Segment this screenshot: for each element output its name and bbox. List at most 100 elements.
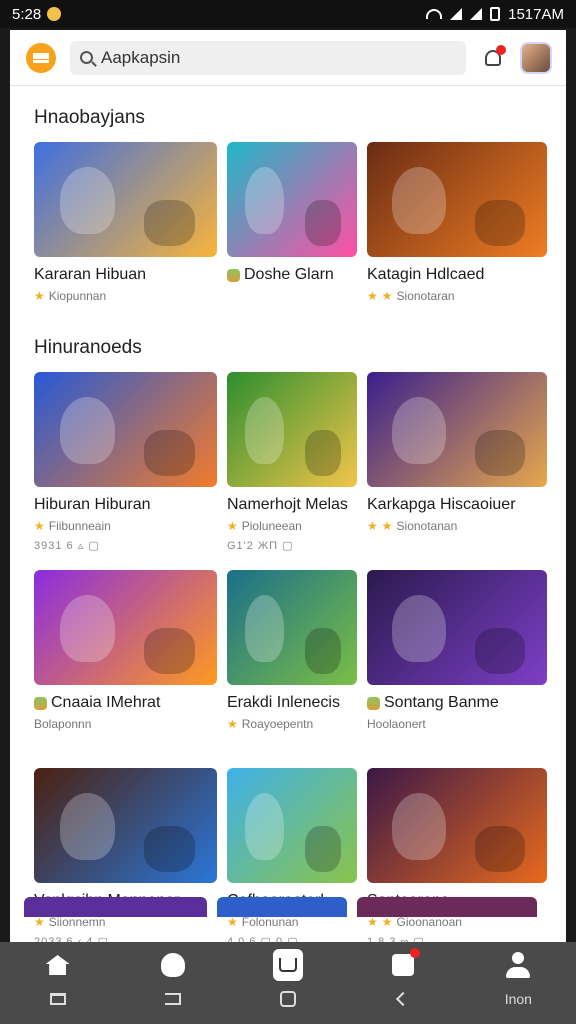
home-system-button[interactable] <box>268 986 308 1012</box>
wifi-icon <box>426 9 443 19</box>
search-input[interactable] <box>101 47 456 68</box>
game-thumbnail[interactable] <box>367 142 547 257</box>
game-subtitle: ★ Pioluneean <box>227 519 357 533</box>
game-subtitle-text: Pioluneean <box>241 519 302 533</box>
game-title: Doshe Glarn <box>227 265 357 285</box>
game-subtitle: ★ ★ Sionotanan <box>367 519 547 533</box>
game-thumbnail[interactable] <box>227 372 357 487</box>
recent-apps-button[interactable] <box>38 986 78 1012</box>
game-title-text: Hiburan Hiburan <box>34 496 151 513</box>
game-thumbnail[interactable] <box>367 372 547 487</box>
game-subtitle: ★ ★ Gioonanoan <box>367 915 547 929</box>
game-title: Hiburan Hiburan <box>34 495 217 515</box>
status-time: 5:28 <box>12 5 42 23</box>
game-card[interactable]: Namerhojt Melas ★ Pioluneean G1'2 ЖΠ ▢ <box>227 372 357 552</box>
puzzle-badge <box>410 948 421 958</box>
game-title-text: Cnaaia IMehrat <box>51 694 161 711</box>
game-subtitle: ★ Siionnemn <box>34 915 217 929</box>
game-thumbnail[interactable] <box>227 768 357 883</box>
game-badge-icon <box>34 696 47 710</box>
game-card[interactable]: Cnaaia IMehrat Bolaponnn <box>34 570 217 746</box>
nav-store[interactable] <box>272 949 303 981</box>
game-meta: 2033 6 ‹ 4 ▢ <box>34 936 109 942</box>
game-thumbnail[interactable] <box>34 142 217 257</box>
game-card[interactable]: Doshe Glarn <box>227 142 357 318</box>
game-subtitle: ★ ★ Sionotaran <box>367 289 547 303</box>
game-subtitle-text: Sionotanan <box>396 519 458 533</box>
signal-icon-2 <box>470 8 483 20</box>
game-subtitle-text: Roayoepentn <box>241 717 314 731</box>
game-title-text: Namerhojt Melas <box>227 496 348 513</box>
nav-profile[interactable] <box>503 950 533 980</box>
notifications-button[interactable] <box>480 44 506 71</box>
game-card[interactable]: Kararan Hibuan ★ Kiopunnan <box>34 142 217 318</box>
games-icon <box>160 953 185 977</box>
game-card-peek[interactable] <box>217 897 347 917</box>
game-meta: 4.0.6 ▢ 0 ▢ <box>227 936 299 942</box>
home-icon <box>45 955 70 975</box>
game-title-text: Katagin Hdlcaed <box>367 266 485 283</box>
game-thumbnail[interactable] <box>34 372 217 487</box>
game-card[interactable]: Erakdi Inlenecis ★ Roayoepentn <box>227 570 357 746</box>
game-card-peek[interactable] <box>24 897 207 917</box>
system-label: Inon <box>504 991 532 1007</box>
game-thumbnail[interactable] <box>227 142 357 257</box>
app-screen: Hnaobayjans Kararan Hibuan★Kiopunnan Dosh… <box>10 30 566 942</box>
search-icon <box>80 51 93 64</box>
game-card-peek[interactable] <box>357 897 537 917</box>
game-subtitle-text: Kiopunnan <box>48 289 107 303</box>
game-subtitle: ★ Roayoepentn <box>227 717 357 731</box>
app-logo[interactable] <box>26 42 56 73</box>
star-icon: ★ <box>381 915 393 929</box>
card-row: Cnaaia IMehrat Bolaponnn Erakdi Inlenecis ★… <box>34 570 566 746</box>
status-right: 1517AM <box>426 6 564 23</box>
search-bar[interactable] <box>70 40 466 75</box>
game-subtitle-text: Gioonanoan <box>396 915 462 929</box>
status-notification-icon <box>47 7 62 21</box>
game-meta: 3931 6 ▵ ▢ <box>34 540 100 552</box>
nav-home[interactable] <box>43 950 73 980</box>
game-thumbnail[interactable] <box>227 570 357 685</box>
nav-puzzle[interactable] <box>388 948 421 980</box>
star-icon: ★ <box>227 915 238 929</box>
section-title: Hinuranoeds <box>34 337 142 358</box>
game-card[interactable]: Karkapga Hiscaoiuer ★ ★ Sionotanan <box>367 372 547 548</box>
star-icon: ★ <box>367 289 378 303</box>
game-thumbnail[interactable] <box>34 768 217 883</box>
battery-icon <box>490 7 501 21</box>
game-badge-icon <box>367 696 380 710</box>
status-bar: 5:28 1517AM <box>0 0 576 28</box>
bottom-nav: Inon <box>0 942 576 1024</box>
game-subtitle-text: Hoolaonert <box>367 717 426 731</box>
game-thumbnail[interactable] <box>34 570 217 685</box>
star-icon: ★ <box>367 519 378 533</box>
back-rect-button[interactable] <box>153 986 193 1012</box>
nav-games[interactable] <box>158 950 188 980</box>
section-title: Hnaobayjans <box>34 107 145 128</box>
back-rect-icon <box>164 993 181 1005</box>
profile-icon <box>506 952 531 978</box>
game-meta: 1 8.3 ∞ ▢ <box>367 936 425 942</box>
game-thumbnail[interactable] <box>367 768 547 883</box>
card-row: Hiburan Hiburan ★ Fiibunneain 3931 6 ▵ ▢ Nam… <box>34 372 566 552</box>
game-title-text: Sontang Banme <box>384 694 499 711</box>
back-button[interactable] <box>383 986 423 1012</box>
star-icon: ★ <box>381 289 393 303</box>
game-card[interactable]: Sontang Banme Hoolaonert <box>367 570 547 746</box>
game-meta: G1'2 ЖΠ ▢ <box>227 540 294 552</box>
chevron-left-icon <box>396 991 411 1007</box>
status-clock: 1517AM <box>508 5 564 23</box>
game-subtitle: Bolaponnn <box>34 717 217 731</box>
game-thumbnail[interactable] <box>367 570 547 685</box>
system-nav: Inon <box>0 982 576 1016</box>
game-card[interactable]: Katagin Hdlcaed ★ ★ Sionotaran <box>367 142 547 318</box>
game-title: Sontang Banme <box>367 693 547 713</box>
avatar[interactable] <box>520 41 552 74</box>
game-card[interactable]: Hiburan Hiburan ★ Fiibunneain 3931 6 ▵ ▢ <box>34 372 217 552</box>
game-subtitle: ★ Fiibunneain <box>34 519 217 533</box>
store-icon <box>272 949 303 981</box>
game-title-text: Karkapga Hiscaoiuer <box>367 496 516 513</box>
star-icon: ★ <box>227 519 238 533</box>
home-system-icon <box>279 991 296 1007</box>
star-icon: ★ <box>34 289 45 303</box>
